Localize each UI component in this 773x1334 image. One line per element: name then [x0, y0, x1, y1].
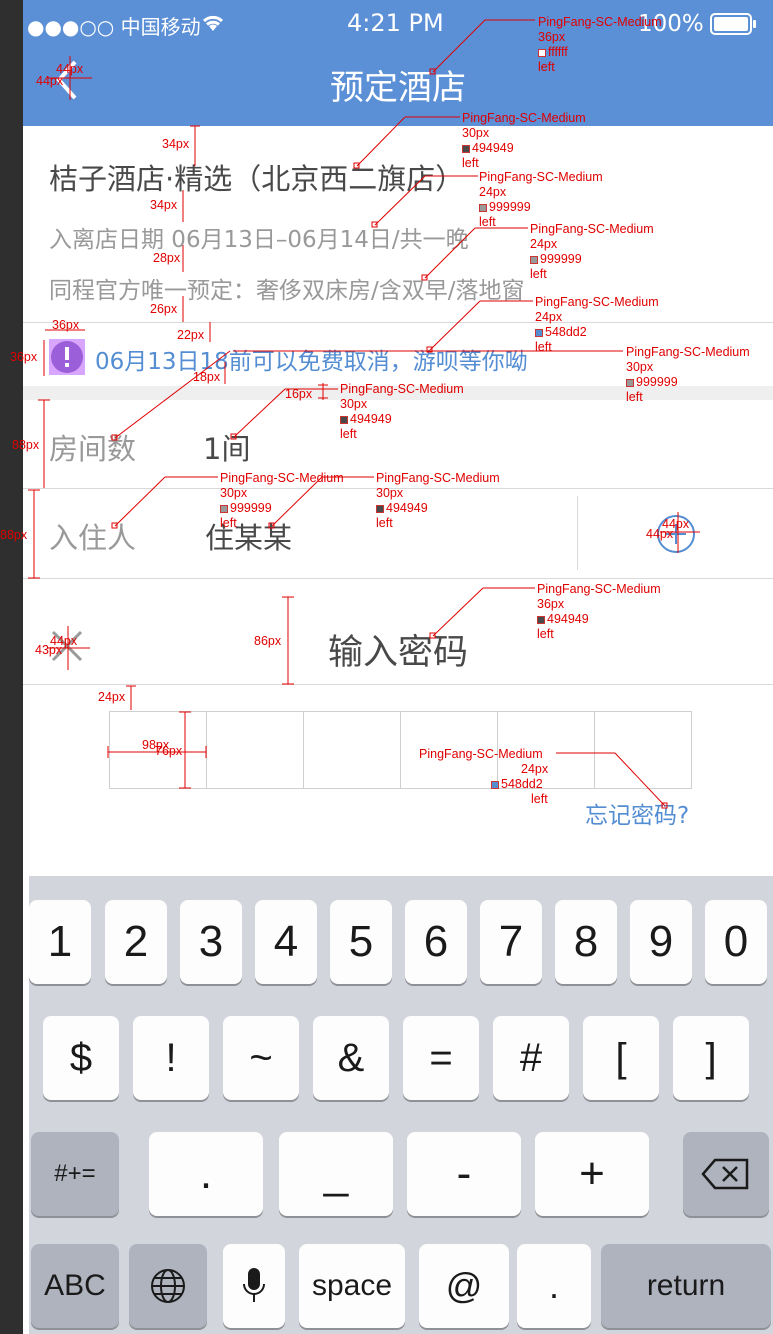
key[interactable]: 2: [105, 900, 167, 984]
key[interactable]: @: [419, 1244, 509, 1328]
dimension-label: 34px: [150, 198, 178, 212]
divider: [23, 578, 773, 579]
key[interactable]: 3: [180, 900, 242, 984]
password-cell: [304, 712, 401, 788]
cancellation-notice: 06月13日18前可以免费取消，游呗等你呦: [95, 349, 528, 375]
key[interactable]: -: [407, 1132, 521, 1216]
dimension-label: 76px: [155, 744, 183, 758]
microphone-icon: [243, 1268, 265, 1302]
dimension-label: 36px: [52, 318, 80, 332]
vertical-divider: [577, 496, 578, 570]
key[interactable]: 9: [630, 900, 692, 984]
annotation-spec: PingFang-SC-Medium 30px 999999 left: [220, 471, 344, 530]
password-input[interactable]: [109, 711, 692, 789]
key[interactable]: [: [583, 1016, 659, 1100]
dimension-label: 43px: [35, 643, 63, 657]
annotation-spec: PingFang-SC-Medium 30px 494949 left: [376, 471, 500, 530]
key[interactable]: 6: [405, 900, 467, 984]
key[interactable]: !: [133, 1016, 209, 1100]
globe-key[interactable]: [129, 1244, 207, 1328]
battery-icon: [710, 13, 758, 39]
dimension-label: 88px: [12, 438, 40, 452]
guest-label: 入住人: [49, 521, 137, 555]
rooms-label: 房间数: [49, 432, 137, 466]
abc-key[interactable]: ABC: [31, 1244, 119, 1328]
divider: [23, 322, 773, 323]
backspace-key[interactable]: [683, 1132, 769, 1216]
key[interactable]: 1: [29, 900, 91, 984]
annotation-spec: PingFang-SC-Medium 30px 999999 left: [626, 345, 750, 404]
annotation-spec: PingFang-SC-Medium 36px ffffff left: [538, 15, 662, 74]
key[interactable]: &: [313, 1016, 389, 1100]
wifi-icon: [200, 13, 226, 37]
dimension-label: 36px: [10, 350, 38, 364]
key[interactable]: 5: [330, 900, 392, 984]
dimension-label: 34px: [162, 137, 190, 151]
key[interactable]: =: [403, 1016, 479, 1100]
dimension-label: 88px: [0, 528, 28, 542]
key[interactable]: .: [517, 1244, 591, 1328]
password-cell: [207, 712, 304, 788]
space-key[interactable]: space: [299, 1244, 405, 1328]
dictation-key[interactable]: [223, 1244, 285, 1328]
dimension-label: 44px: [36, 74, 64, 88]
key[interactable]: ~: [223, 1016, 299, 1100]
phone-screen: ●●●○○ 中国移动 4:21 PM 100% 预定酒店 桔子酒店·精选（北京西…: [23, 0, 773, 1334]
stay-dates: 入离店日期 06月13日–06月14日/共一晚: [49, 227, 469, 253]
dimension-label: 28px: [153, 251, 181, 265]
key[interactable]: 7: [480, 900, 542, 984]
keyboard: 1 2 3 4 5 6 7 8 9 0 $ ! ~ & = # [ ] #+= …: [29, 876, 773, 1334]
annotation-spec: PingFang-SC-Medium 24px 999999 left: [530, 222, 654, 281]
key[interactable]: 4: [255, 900, 317, 984]
globe-icon: [151, 1269, 185, 1303]
key[interactable]: $: [43, 1016, 119, 1100]
annotation-spec: PingFang-SC-Medium 36px 494949 left: [537, 582, 661, 641]
exclamation-circle-icon: [49, 339, 85, 375]
dimension-label: 16px: [285, 387, 313, 401]
annotation-spec: PingFang-SC-Medium 30px 494949 left: [462, 111, 586, 170]
divider: [23, 684, 773, 685]
backspace-icon: [701, 1158, 749, 1190]
return-key[interactable]: return: [601, 1244, 771, 1328]
key[interactable]: 8: [555, 900, 617, 984]
password-cell: [595, 712, 691, 788]
key[interactable]: _: [279, 1132, 393, 1216]
key[interactable]: .: [149, 1132, 263, 1216]
annotation-spec: PingFang-SC-Medium 24px 548dd2 left: [419, 747, 549, 806]
carrier-label: ●●●○○ 中国移动: [27, 15, 201, 39]
dimension-label: 24px: [98, 690, 126, 704]
forgot-password-link[interactable]: 忘记密码?: [585, 796, 689, 830]
key[interactable]: +: [535, 1132, 649, 1216]
annotation-spec: PingFang-SC-Medium 24px 999999 left: [479, 170, 603, 229]
hotel-name: 桔子酒店·精选（北京西二旗店）: [49, 162, 465, 196]
dimension-label: 44px: [646, 527, 674, 541]
status-time: 4:21 PM: [347, 9, 444, 37]
more-symbols-key[interactable]: #+=: [31, 1132, 119, 1216]
key[interactable]: ]: [673, 1016, 749, 1100]
dimension-label: 18px: [193, 370, 221, 384]
annotation-spec: PingFang-SC-Medium 30px 494949 left: [340, 382, 464, 441]
dimension-label: 86px: [254, 634, 282, 648]
key[interactable]: #: [493, 1016, 569, 1100]
key[interactable]: 0: [705, 900, 767, 984]
dimension-label: 26px: [150, 302, 178, 316]
dimension-label: 22px: [177, 328, 205, 342]
room-description: 同程官方唯一预定：奢侈双床房/含双早/落地窗: [49, 278, 525, 304]
rooms-value[interactable]: 1间: [203, 426, 250, 468]
